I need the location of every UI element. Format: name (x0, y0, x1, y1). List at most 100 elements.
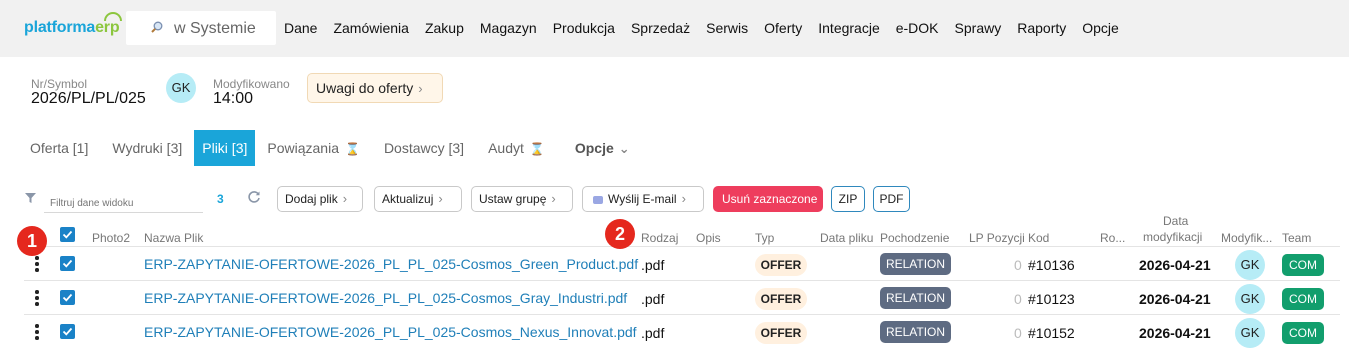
annotation-marker-2: 2 (605, 219, 635, 249)
refresh-icon[interactable] (247, 190, 261, 204)
column-header-mod-date-line2[interactable]: modyfikacji (1143, 230, 1202, 244)
logo-accent-text: erp (95, 19, 120, 36)
modified-by-avatar: GK (1235, 284, 1265, 314)
tab-oferta[interactable]: Oferta [1] (18, 130, 100, 166)
file-kind: .pdf (641, 257, 665, 273)
menu-item-sprawy[interactable]: Sprawy (955, 20, 1002, 36)
column-header-lp[interactable]: LP Pozycji (969, 231, 1025, 245)
tab-label: Opcje (574, 140, 614, 156)
menu-item-opcje[interactable]: Opcje (1082, 20, 1119, 36)
origin-badge: RELATION (880, 253, 951, 275)
filter-input[interactable] (44, 187, 203, 213)
row-actions-menu-icon[interactable] (35, 290, 39, 306)
pdf-button[interactable]: PDF (873, 186, 910, 212)
global-search-box[interactable]: w Systemie (126, 11, 276, 45)
type-badge: OFFER (755, 322, 807, 344)
email-flag-icon (593, 195, 603, 204)
chevron-down-icon: ⌄ (618, 141, 630, 156)
file-kind: .pdf (641, 291, 665, 307)
tab-pliki[interactable]: Pliki [3] (194, 130, 256, 166)
delete-selected-button[interactable]: Usuń zaznaczone (713, 186, 823, 212)
file-name-link[interactable]: ERP-ZAPYTANIE-OFERTOWE-2026_PL_PL_025-Co… (144, 256, 638, 272)
chevron-right-icon: › (342, 191, 348, 206)
row-checkbox[interactable] (60, 256, 75, 271)
zip-button[interactable]: ZIP (831, 186, 865, 212)
update-button[interactable]: Aktualizuj › (374, 186, 462, 212)
chevron-right-icon: › (681, 191, 686, 206)
tab-label: Wydruki [3] (112, 140, 183, 156)
tab-wydruki[interactable]: Wydruki [3] (100, 130, 194, 166)
menu-item-serwis[interactable]: Serwis (706, 20, 748, 36)
file-kind: .pdf (641, 325, 665, 341)
tab-label: Pliki [3] (202, 140, 248, 156)
modified-value: 14:00 (213, 90, 254, 107)
modified-label: Modyfikowano (213, 77, 290, 91)
column-header-origin[interactable]: Pochodzenie (880, 231, 949, 245)
code-value: #10136 (1028, 257, 1075, 273)
tab-label: Dostawcy [3] (383, 140, 465, 156)
lp-value: 0 (1014, 257, 1022, 273)
menu-item-e-dok[interactable]: e-DOK (896, 20, 939, 36)
menu-item-magazyn[interactable]: Magazyn (480, 20, 537, 36)
avatar[interactable]: GK (166, 73, 196, 103)
column-header-ro[interactable]: Ro... (1100, 231, 1125, 245)
symbol-value: 2026/PL/PL/025 (31, 90, 146, 107)
send-email-button[interactable]: Wyślij E-mail › (582, 186, 704, 212)
lp-value: 0 (1014, 291, 1022, 307)
column-header-code[interactable]: Kod (1028, 231, 1049, 245)
menu-item-dane[interactable]: Dane (284, 20, 317, 36)
column-header-kind[interactable]: Rodzaj (641, 231, 678, 245)
row-checkbox[interactable] (60, 290, 75, 305)
menu-item-produkcja[interactable]: Produkcja (553, 20, 615, 36)
row-divider (24, 314, 1340, 315)
file-name-link[interactable]: ERP-ZAPYTANIE-OFERTOWE-2026_PL_PL_025-Co… (144, 290, 627, 306)
select-all-checkbox[interactable] (60, 227, 75, 242)
button-label: Aktualizuj (382, 192, 434, 206)
tab-label: Oferta [1] (30, 140, 89, 156)
row-checkbox[interactable] (60, 324, 75, 339)
menu-item-integracje[interactable]: Integracje (818, 20, 879, 36)
code-value: #10152 (1028, 325, 1075, 341)
file-name-link[interactable]: ERP-ZAPYTANIE-OFERTOWE-2026_PL_PL_025-Co… (144, 324, 637, 340)
chevron-right-icon: › (551, 191, 556, 206)
hourglass-icon: ⌛ (344, 142, 360, 156)
code-value: #10123 (1028, 291, 1075, 307)
hourglass-icon: ⌛ (529, 142, 545, 156)
logo-cloud-icon (104, 12, 122, 21)
menu-item-zamowienia[interactable]: Zamówienia (333, 20, 408, 36)
set-group-button[interactable]: Ustaw grupę › (471, 186, 573, 212)
menu-item-zakup[interactable]: Zakup (425, 20, 464, 36)
row-actions-menu-icon[interactable] (35, 256, 39, 272)
tab-dostawcy[interactable]: Dostawcy [3] (372, 130, 476, 166)
row-actions-menu-icon[interactable] (35, 324, 39, 340)
tab-opcje-dropdown[interactable]: Opcje ⌄ (563, 130, 642, 166)
menu-item-oferty[interactable]: Oferty (764, 20, 802, 36)
column-header-name[interactable]: Nazwa Plik (144, 231, 203, 245)
tab-label: Powiązania (267, 140, 339, 156)
annotation-marker-1: 1 (17, 226, 47, 256)
origin-badge: RELATION (880, 287, 951, 309)
chevron-right-icon: › (418, 81, 423, 96)
menu-item-raporty[interactable]: Raporty (1017, 20, 1066, 36)
add-file-button[interactable]: Dodaj plik › (277, 186, 363, 212)
column-header-type[interactable]: Typ (755, 231, 774, 245)
tab-audyt[interactable]: Audyt ⌛ (476, 130, 557, 166)
column-header-photo2[interactable]: Photo2 (92, 231, 130, 245)
column-header-file-date[interactable]: Data pliku (820, 231, 873, 245)
column-header-team[interactable]: Team (1282, 231, 1311, 245)
symbol-label: Nr/Symbol (31, 77, 88, 91)
logo-main-text: platforma (24, 19, 96, 36)
row-divider (24, 280, 1340, 281)
menu-item-sprzedaz[interactable]: Sprzedaż (631, 20, 690, 36)
type-badge: OFFER (755, 288, 807, 310)
platforma-erp-logo[interactable]: platformaerp (24, 12, 122, 37)
tab-powiazania[interactable]: Powiązania ⌛ (255, 130, 372, 166)
mod-date-value: 2026-04-21 (1139, 325, 1211, 341)
offer-notes-button[interactable]: Uwagi do oferty › (307, 73, 443, 103)
mod-date-value: 2026-04-21 (1139, 257, 1211, 273)
column-header-mod-date-line1[interactable]: Data (1163, 214, 1188, 228)
filter-icon[interactable] (25, 193, 36, 203)
column-header-description[interactable]: Opis (696, 231, 721, 245)
team-badge: COM (1282, 254, 1324, 276)
column-header-modified-by[interactable]: Modyfik... (1221, 231, 1272, 245)
